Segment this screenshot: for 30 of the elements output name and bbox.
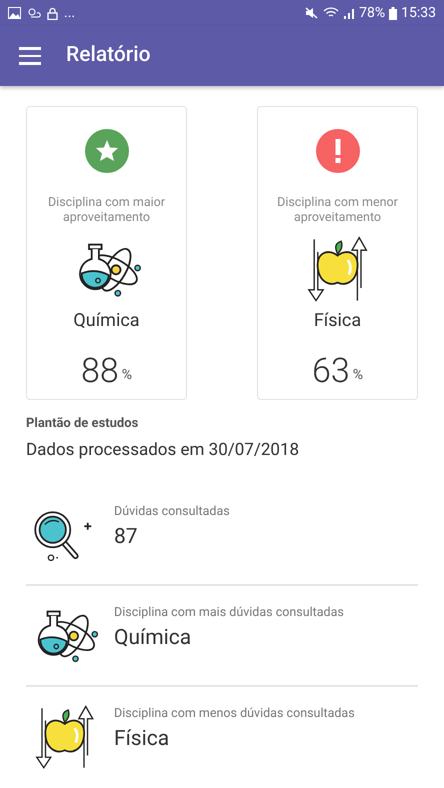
lock-icon xyxy=(47,6,58,20)
subject-name: Química xyxy=(73,309,140,333)
star-badge-icon xyxy=(84,129,128,173)
mute-icon xyxy=(305,7,320,19)
section-title: Plantão de estudos xyxy=(26,415,140,433)
score-value: 88 xyxy=(81,351,119,391)
signal-icon xyxy=(343,7,356,19)
alert-badge-icon xyxy=(316,129,360,173)
stat-label: Dúvidas consultadas xyxy=(114,503,230,521)
stat-value: 87 xyxy=(114,524,139,551)
stat-value: Física xyxy=(114,726,170,753)
clock-time: 15:33 xyxy=(401,4,436,22)
battery-percent: 78% xyxy=(359,4,386,22)
score-unit: % xyxy=(352,366,363,385)
score-value: 63 xyxy=(312,351,350,391)
screen-title: Relatório xyxy=(66,42,150,70)
subject-name: Física xyxy=(314,309,362,333)
image-icon xyxy=(8,7,21,19)
weather-icon xyxy=(27,7,41,19)
score-unit: % xyxy=(122,366,132,385)
processed-date: Dados processados em 30/07/2018 xyxy=(26,438,300,462)
stat-label: Disciplina com mais dúvidas consultadas xyxy=(114,604,344,622)
notification-overflow: ... xyxy=(64,4,76,22)
stat-value: Química xyxy=(114,624,192,652)
card-caption: Disciplina com maior aproveitamento xyxy=(46,195,166,225)
card-caption: Disciplina com menor aproveitamento xyxy=(276,195,399,225)
menu-button[interactable] xyxy=(18,46,42,66)
wifi-icon xyxy=(323,7,340,19)
battery-icon xyxy=(389,6,398,20)
stat-label: Disciplina com menos dúvidas consultadas xyxy=(114,705,355,723)
